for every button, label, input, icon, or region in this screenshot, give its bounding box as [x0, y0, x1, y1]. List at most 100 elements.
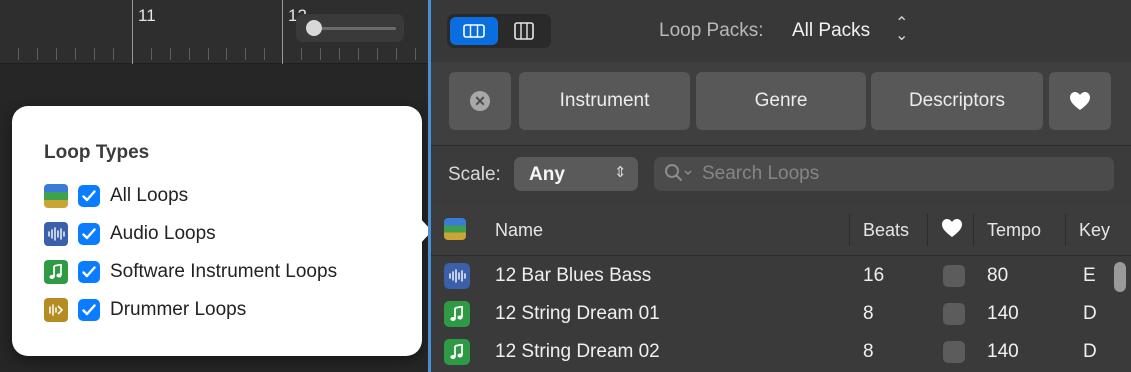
- column-separator: [973, 214, 974, 246]
- zoom-slider-track[interactable]: [310, 27, 396, 30]
- table-header: Name Beats Tempo Key: [431, 204, 1131, 256]
- favorites-filter-button[interactable]: [1049, 72, 1111, 130]
- chevron-updown-icon: ⇕: [614, 164, 627, 181]
- loop-results-table: 12 Bar Blues Bass 16 80 E 12 String Drea…: [431, 257, 1131, 372]
- loop-tempo: 80: [987, 265, 1009, 286]
- loop-key: D: [1083, 341, 1097, 362]
- loop-type-column-icon[interactable]: [444, 218, 466, 240]
- column-header-name[interactable]: Name: [495, 220, 543, 241]
- zoom-slider[interactable]: [296, 14, 404, 42]
- search-field[interactable]: [654, 157, 1114, 191]
- favorite-checkbox[interactable]: [943, 341, 965, 363]
- audio-loop-icon: [444, 263, 470, 289]
- vertical-scrollbar[interactable]: [1114, 262, 1126, 292]
- ruler-tick: [56, 48, 57, 60]
- loop-beats: 16: [863, 265, 885, 286]
- column-view-button[interactable]: [500, 17, 548, 45]
- search-icon: [664, 163, 694, 188]
- column-header-tempo[interactable]: Tempo: [987, 220, 1041, 241]
- scale-popup[interactable]: Any ⇕: [514, 157, 638, 191]
- loop-beats: 8: [863, 341, 874, 362]
- scale-label: Scale:: [448, 164, 501, 185]
- loop-types-popover: Loop Types All Loops Audio Loops Softwar…: [12, 106, 422, 356]
- bar-number-11: 11: [138, 6, 156, 25]
- ruler-tick: [37, 48, 38, 60]
- ruler-tick: [396, 48, 397, 60]
- loop-beats: 8: [863, 303, 874, 324]
- genre-filter-button[interactable]: Genre: [696, 72, 866, 130]
- bar-line: [132, 0, 133, 64]
- popover-title: Loop Types: [44, 142, 150, 163]
- button-view-button[interactable]: [450, 17, 498, 45]
- loop-name: 12 String Dream 02: [495, 341, 660, 362]
- scale-search-bar: Scale: Any ⇕: [431, 146, 1131, 204]
- drummer-loops-checkbox[interactable]: [78, 299, 100, 321]
- ruler-tick: [339, 48, 340, 60]
- heart-icon: [1070, 92, 1090, 110]
- ruler-tick: [18, 48, 19, 60]
- audio-loop-icon: [44, 222, 68, 246]
- scale-value: Any: [529, 164, 565, 185]
- ruler-tick: [301, 48, 302, 60]
- keyword-filter-bar: ✕ Instrument Genre Descriptors: [431, 62, 1131, 146]
- loop-key: E: [1083, 265, 1096, 286]
- table-row[interactable]: 12 Bar Blues Bass 16 80 E: [431, 257, 1111, 295]
- loop-type-label: Drummer Loops: [110, 299, 247, 320]
- loop-tempo: 140: [987, 303, 1019, 324]
- column-header-favorite[interactable]: [941, 218, 963, 243]
- loop-browser: Loop Packs: All Packs ⌃ ⌄ ✕ Instrument Ge…: [428, 0, 1131, 372]
- loop-key: D: [1083, 303, 1097, 324]
- all-loops-checkbox[interactable]: [78, 185, 100, 207]
- column-view-icon: [514, 22, 534, 40]
- column-separator: [849, 214, 850, 246]
- loop-tempo: 140: [987, 341, 1019, 362]
- loop-packs-label: Loop Packs:: [659, 20, 764, 41]
- ruler-tick: [208, 48, 209, 60]
- loop-type-label: Software Instrument Loops: [110, 261, 338, 282]
- loop-name: 12 String Dream 01: [495, 303, 660, 324]
- loop-type-drummer[interactable]: Drummer Loops: [44, 296, 246, 324]
- loop-type-all[interactable]: All Loops: [44, 182, 188, 210]
- favorite-checkbox[interactable]: [943, 303, 965, 325]
- ruler-tick: [264, 48, 265, 60]
- loop-name: 12 Bar Blues Bass: [495, 265, 652, 286]
- column-separator: [1065, 214, 1066, 246]
- loop-type-software-instrument[interactable]: Software Instrument Loops: [44, 258, 337, 286]
- instrument-filter-button[interactable]: Instrument: [519, 72, 690, 130]
- loop-browser-toolbar: Loop Packs: All Packs ⌃ ⌄: [431, 0, 1131, 62]
- ruler-tick: [75, 48, 76, 60]
- ruler-tick: [245, 48, 246, 60]
- favorite-checkbox[interactable]: [943, 265, 965, 287]
- chevron-updown-icon[interactable]: ⌃ ⌄: [895, 16, 908, 44]
- loop-packs-popup[interactable]: All Packs: [792, 20, 870, 42]
- software-instrument-loops-checkbox[interactable]: [78, 261, 100, 283]
- drummer-loop-icon: [44, 298, 68, 322]
- reset-filters-button[interactable]: ✕: [449, 72, 511, 130]
- descriptors-filter-button[interactable]: Descriptors: [871, 72, 1043, 130]
- button-view-icon: [463, 24, 485, 38]
- zoom-slider-knob[interactable]: [306, 20, 322, 36]
- column-header-key[interactable]: Key: [1079, 220, 1111, 241]
- table-row[interactable]: 12 String Dream 01 8 140 D: [431, 295, 1111, 333]
- ruler-tick: [189, 48, 190, 60]
- table-row[interactable]: 12 String Dream 02 8 140 D: [431, 333, 1111, 371]
- software-instrument-icon: [444, 339, 470, 365]
- timeline-ruler[interactable]: 11 12: [0, 0, 428, 64]
- search-input[interactable]: [702, 161, 1102, 187]
- heart-icon: [942, 219, 962, 237]
- bar-line: [282, 0, 283, 64]
- ruler-tick: [358, 48, 359, 60]
- ruler-tick: [151, 48, 152, 60]
- loop-type-audio[interactable]: Audio Loops: [44, 220, 216, 248]
- ruler-tick: [226, 48, 227, 60]
- audio-loops-checkbox[interactable]: [78, 223, 100, 245]
- software-instrument-icon: [44, 260, 68, 284]
- software-instrument-icon: [444, 301, 470, 327]
- ruler-tick: [377, 48, 378, 60]
- ruler-tick: [415, 48, 416, 60]
- loop-type-label: Audio Loops: [110, 223, 216, 244]
- column-header-beats[interactable]: Beats: [863, 220, 909, 241]
- column-separator: [927, 214, 928, 246]
- all-loops-icon: [44, 184, 68, 208]
- loop-type-label: All Loops: [110, 185, 189, 206]
